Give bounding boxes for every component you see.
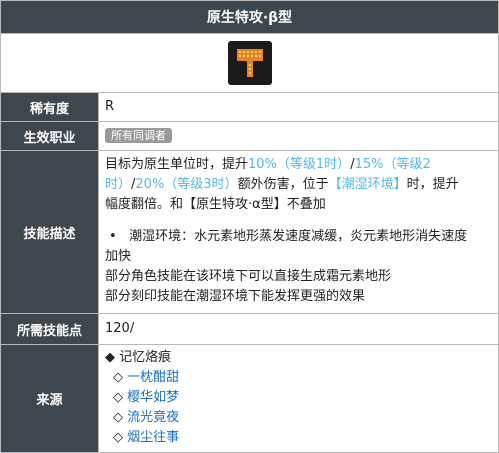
card-title: 原生特攻·β型	[1, 1, 498, 34]
hammer-icon	[236, 49, 263, 77]
skill-card: 原生特攻·β型 稀有度 R 生效职业 所有同调者 技能描述 目标为原生单位时，提…	[0, 0, 499, 453]
source-item[interactable]: ◇ 流光竟夜	[105, 408, 492, 428]
source-item[interactable]: ◇ 樱华如梦	[105, 388, 492, 408]
desc-text: 时，提升	[406, 177, 459, 192]
desc-text: 额外伤害，位于	[237, 177, 329, 192]
desc-line-2: 时）/20%（等级3时）额外伤害，位于【潮湿环境】时，提升	[105, 175, 492, 195]
desc-line-5: 加快	[105, 249, 132, 264]
source-link[interactable]: 樱华如梦	[127, 390, 179, 405]
source-item[interactable]: ◇ 烟尘往事	[105, 428, 492, 448]
diamond-outline-icon: ◇	[113, 430, 123, 445]
source-row: 来源 ◆ 记忆烙痕 ◇ 一枕酣甜 ◇ 樱华如梦 ◇ 流光竟夜 ◇ 烟尘往事	[1, 345, 498, 452]
icon-row	[1, 34, 498, 93]
diamond-outline-icon: ◇	[113, 410, 123, 425]
source-link[interactable]: 一枕酣甜	[127, 370, 179, 385]
wet-environment-link[interactable]: 【潮湿环境】	[329, 177, 407, 192]
source-category: ◆ 记忆烙痕	[105, 348, 492, 368]
job-badge[interactable]: 所有同调者	[105, 128, 172, 143]
desc-line-7: 部分刻印技能在潮湿环境下能发挥更强的效果	[105, 289, 366, 304]
source-link[interactable]: 烟尘往事	[127, 430, 179, 445]
level3-value: 20%（等级3时）	[135, 177, 238, 192]
desc-line-4: • 潮湿环境：水元素地形蒸发速度减缓，炎元素地形消失速度	[105, 227, 492, 247]
level2-value-cont: 时）	[105, 177, 132, 192]
desc-label: 技能描述	[1, 151, 99, 313]
source-category-label: 记忆烙痕	[119, 350, 172, 365]
rarity-label: 稀有度	[1, 93, 99, 121]
job-row: 生效职业 所有同调者	[1, 122, 498, 151]
desc-text: 潮湿环境：水元素地形蒸发速度减缓，炎元素地形消失速度	[129, 229, 468, 244]
diamond-outline-icon: ◇	[113, 390, 123, 405]
desc-line-3: 幅度翻倍。和【原生特攻·α型】不叠加	[105, 197, 326, 212]
desc-value: 目标为原生单位时，提升10%（等级1时）/15%（等级2 时）/20%（等级3时…	[99, 151, 498, 313]
points-value: 120/	[105, 321, 135, 336]
desc-text: 目标为原生单位时，提升	[105, 157, 249, 172]
source-value: ◆ 记忆烙痕 ◇ 一枕酣甜 ◇ 樱华如梦 ◇ 流光竟夜 ◇ 烟尘往事	[99, 345, 498, 452]
job-label: 生效职业	[1, 122, 99, 150]
bullet-dot: •	[109, 229, 117, 244]
skill-icon-tile	[227, 41, 272, 85]
rarity-row: 稀有度 R	[1, 93, 498, 122]
rarity-value: R	[105, 99, 115, 114]
job-value: 所有同调者	[99, 122, 498, 150]
source-label: 来源	[1, 345, 99, 452]
level2-value: 15%（等级2	[354, 157, 431, 172]
desc-row: 技能描述 目标为原生单位时，提升10%（等级1时）/15%（等级2 时）/20%…	[1, 151, 498, 314]
source-item[interactable]: ◇ 一枕酣甜	[105, 368, 492, 388]
diamond-icon: ◆	[105, 350, 115, 365]
diamond-outline-icon: ◇	[113, 370, 123, 385]
level1-value: 10%（等级1时）	[248, 157, 351, 172]
desc-line-6: 部分角色技能在该环境下可以直接生成霜元素地形	[105, 269, 392, 284]
source-link[interactable]: 流光竟夜	[127, 410, 179, 425]
points-label: 所需技能点	[1, 314, 99, 344]
desc-line-1: 目标为原生单位时，提升10%（等级1时）/15%（等级2	[105, 155, 492, 175]
points-row: 所需技能点 120/	[1, 314, 498, 345]
